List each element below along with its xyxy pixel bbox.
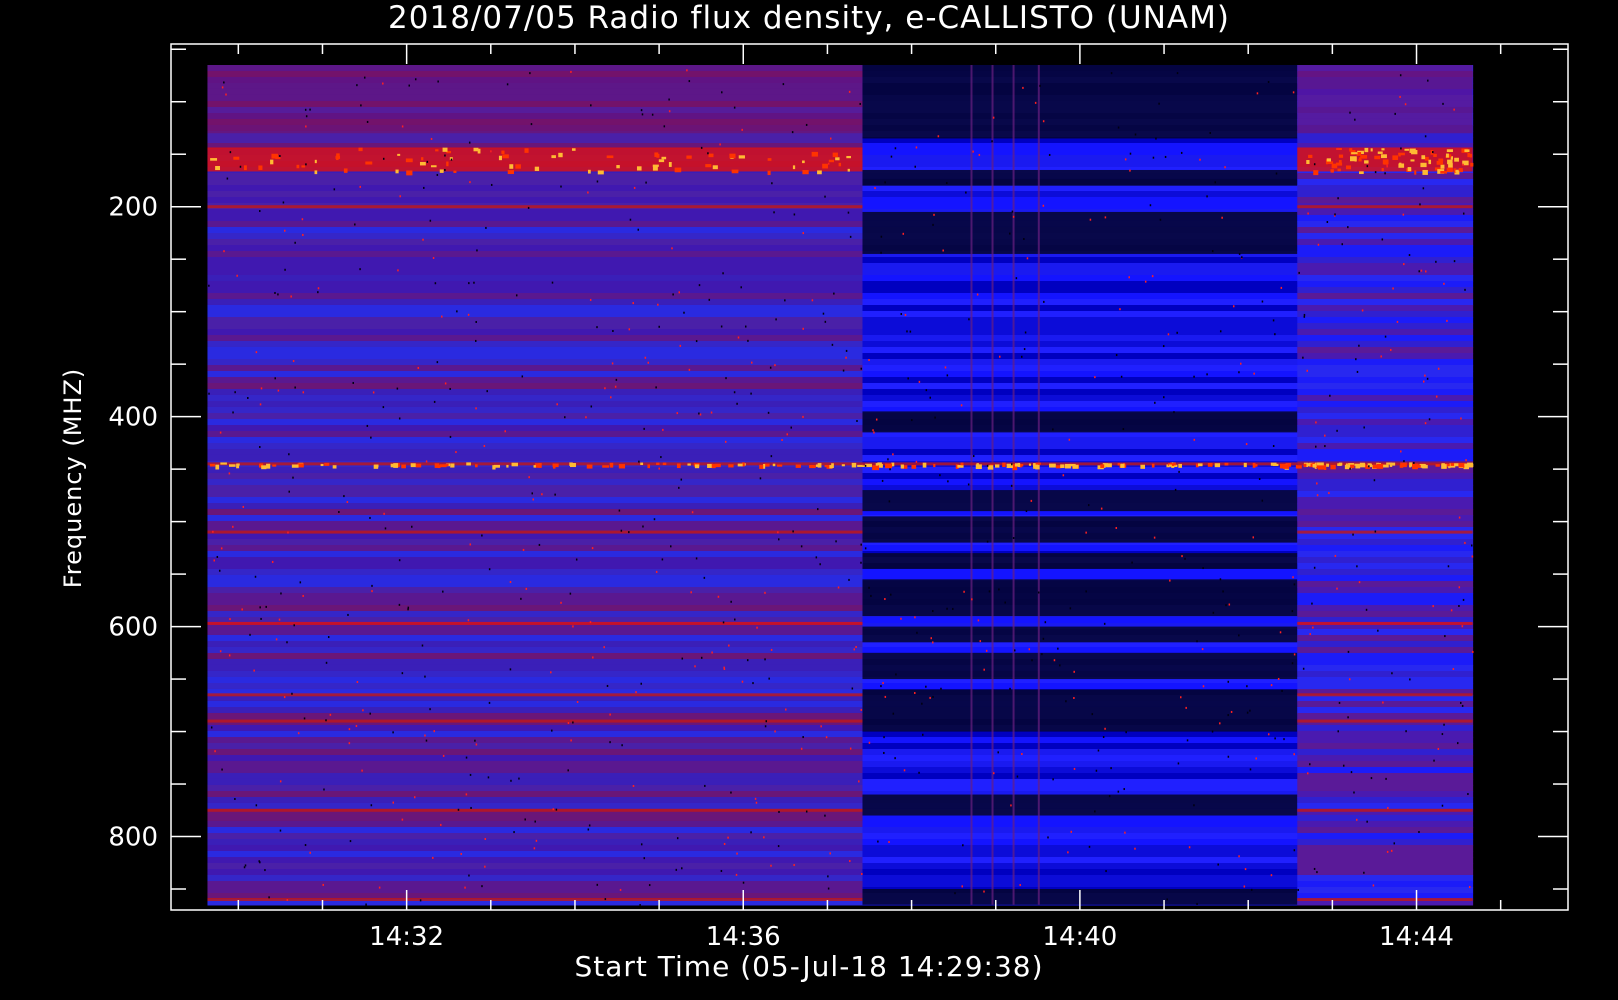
- y-tick-label: 400: [108, 403, 158, 433]
- y-tick-label: 200: [108, 193, 158, 223]
- x-tick-label: 14:44: [1379, 922, 1454, 952]
- spectrogram-chart: 14:32 14:36 14:40 14:44 200 400 600 800: [108, 43, 1569, 952]
- x-axis-label: Start Time (05-Jul-18 14:29:38): [574, 950, 1044, 983]
- x-tick-label: 14:32: [369, 922, 444, 952]
- heatmap-segment-3: [1297, 64, 1474, 906]
- y-tick-label: 600: [108, 613, 158, 643]
- heatmap-segment-1: [207, 64, 863, 906]
- x-tick-label: 14:36: [706, 922, 781, 952]
- heatmap-canvas: [207, 64, 1474, 907]
- y-axis-label: Frequency (MHZ): [59, 367, 87, 589]
- heatmap-segment-2: [862, 64, 1298, 906]
- y-tick-label: 800: [108, 823, 158, 853]
- x-tick-label: 14:40: [1042, 922, 1117, 952]
